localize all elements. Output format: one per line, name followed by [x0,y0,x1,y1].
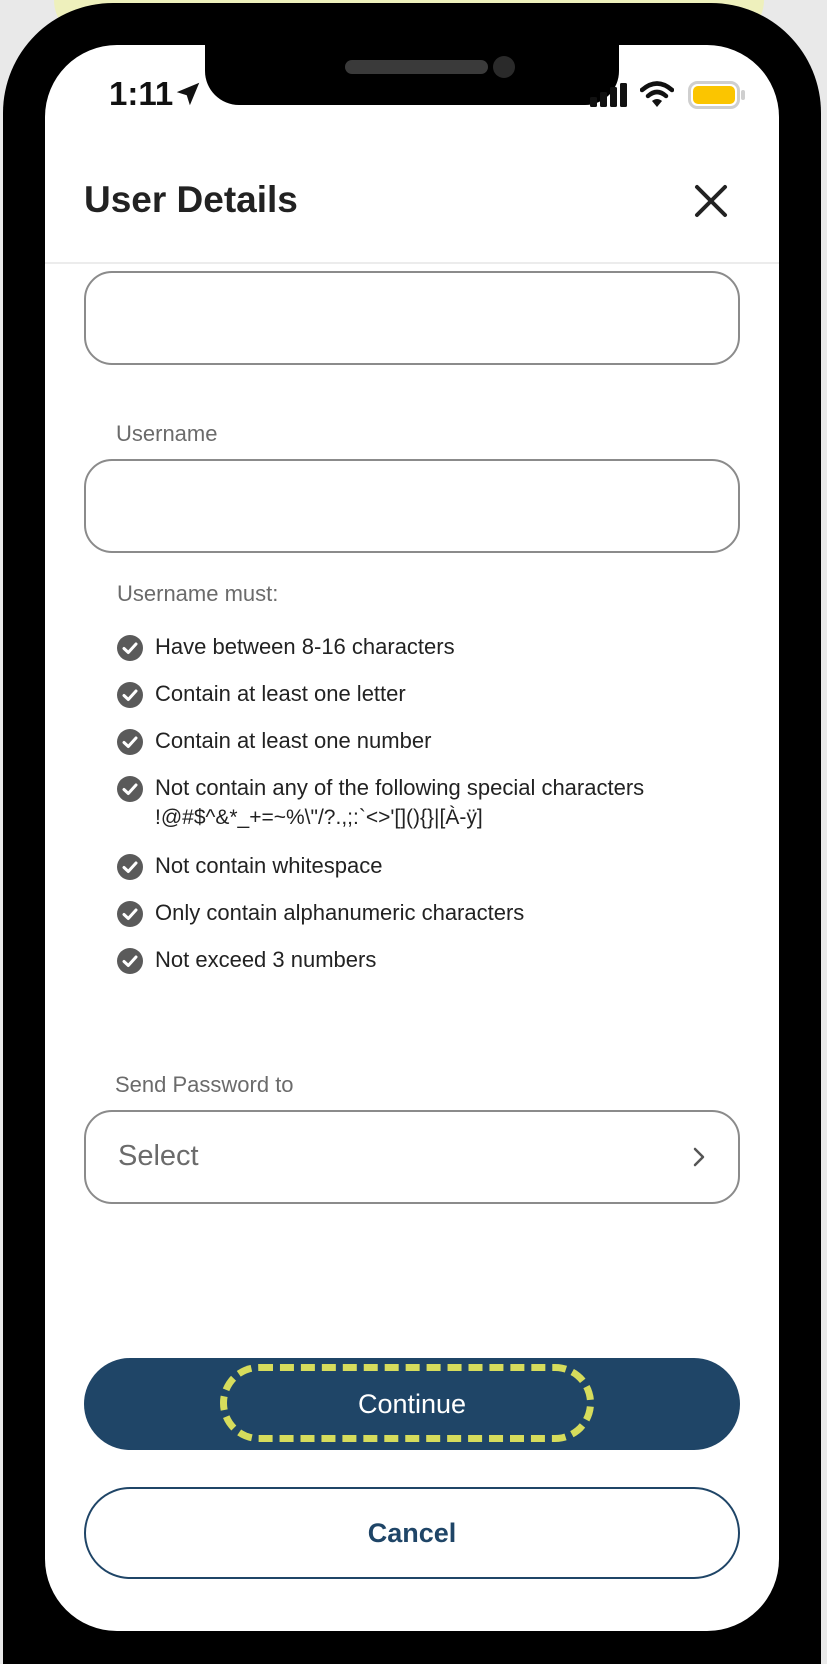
close-icon[interactable] [689,179,733,223]
check-circle-icon [117,854,143,880]
chevron-right-icon [693,1147,705,1167]
check-circle-icon [117,776,143,802]
check-circle-icon [117,635,143,661]
rule-text: Contain at least one letter [155,681,406,706]
location-arrow-icon [176,82,200,106]
rule-text: Not exceed 3 numbers [155,947,377,972]
camera [493,56,515,78]
phone-screen: 1:11 User Details Username Username must… [45,45,779,1631]
send-password-select[interactable]: Select [84,1110,740,1204]
rule-text: Have between 8-16 characters [155,634,455,659]
highlight-annotation [220,1364,594,1442]
page-title: User Details [84,179,298,220]
wifi-icon [640,81,674,107]
speaker [345,60,488,74]
username-rules-heading: Username must: [117,581,279,606]
check-circle-icon [117,682,143,708]
notch [205,45,619,105]
rule-text: Not contain any of the following special… [155,775,645,800]
check-circle-icon [117,901,143,927]
rule-text: Not contain whitespace [155,853,383,878]
header-divider [45,262,779,264]
check-circle-icon [117,948,143,974]
username-input[interactable] [84,459,740,553]
battery-icon [688,81,745,109]
cancel-button[interactable]: Cancel [84,1487,740,1579]
username-label: Username [116,421,218,446]
continue-button[interactable]: Continue [84,1358,740,1450]
send-password-label: Send Password to [115,1072,294,1097]
text-field[interactable] [84,271,740,365]
rule-text: Contain at least one number [155,728,432,753]
special-characters-text: !@#$^&*_+=~%\"/?.,;:`<>'[](){}|[À-ÿ] [155,806,483,829]
status-time: 1:11 [109,75,174,112]
cellular-signal-icon [590,83,627,107]
cancel-label: Cancel [367,1518,457,1548]
phone-frame: 1:11 User Details Username Username must… [3,3,821,1664]
select-value: Select [118,1140,199,1172]
rule-text: Only contain alphanumeric characters [155,900,525,925]
check-circle-icon [117,729,143,755]
